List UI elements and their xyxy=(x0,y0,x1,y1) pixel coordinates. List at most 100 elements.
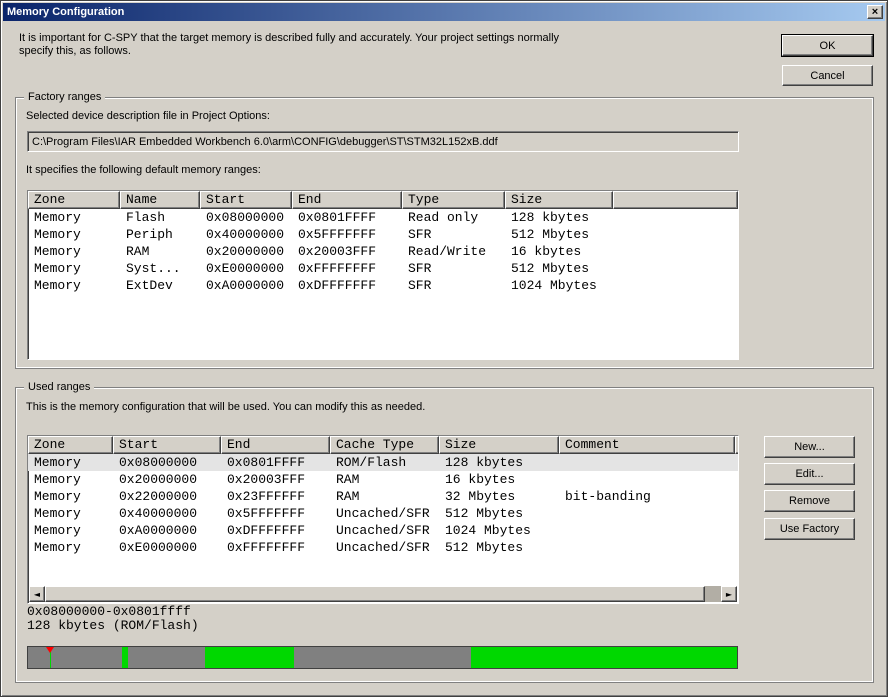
table-cell: 0x08000000 xyxy=(113,454,221,471)
table-cell: 512 Mbytes xyxy=(505,260,613,277)
scroll-left-button[interactable]: ◄ xyxy=(29,586,45,602)
column-header-comment[interactable]: Comment xyxy=(559,436,735,454)
table-cell: Memory xyxy=(28,260,120,277)
column-header-end[interactable]: End xyxy=(221,436,330,454)
new-button[interactable]: New... xyxy=(764,436,855,458)
column-header-cache-type[interactable]: Cache Type xyxy=(330,436,439,454)
table-row[interactable]: Memory0x080000000x0801FFFFROM/Flash128 k… xyxy=(28,454,738,471)
device-file-path-field[interactable]: C:\Program Files\IAR Embedded Workbench … xyxy=(27,131,739,152)
table-cell: 512 Mbytes xyxy=(439,505,559,522)
table-row[interactable]: MemorySyst...0xE00000000xFFFFFFFFSFR512 … xyxy=(28,260,738,277)
table-cell: 0x22000000 xyxy=(113,488,221,505)
edit-button[interactable]: Edit... xyxy=(764,463,855,485)
table-cell: Memory xyxy=(28,454,113,471)
ok-button[interactable]: OK xyxy=(782,35,873,56)
used-ranges-legend: Used ranges xyxy=(24,381,94,393)
use-factory-button[interactable]: Use Factory xyxy=(764,518,855,540)
memory-configuration-dialog: Memory Configuration × It is important f… xyxy=(0,0,888,697)
used-table-header: ZoneStartEndCache TypeSizeComment xyxy=(28,436,738,454)
table-cell: 0x40000000 xyxy=(113,505,221,522)
table-cell: SFR xyxy=(402,260,505,277)
table-row[interactable]: Memory0xE00000000xFFFFFFFFUncached/SFR51… xyxy=(28,539,738,556)
table-cell: 512 Mbytes xyxy=(439,539,559,556)
memory-segment-bitband-ram xyxy=(122,647,128,668)
default-ranges-label: It specifies the following default memor… xyxy=(26,164,261,176)
remove-button[interactable]: Remove xyxy=(764,490,855,512)
table-cell: SFR xyxy=(402,277,505,294)
used-ranges-description: This is the memory configuration that wi… xyxy=(26,401,425,413)
table-cell: Syst... xyxy=(120,260,200,277)
table-cell: Read/Write xyxy=(402,243,505,260)
column-header-size[interactable]: Size xyxy=(505,191,613,209)
column-header-size[interactable]: Size xyxy=(439,436,559,454)
table-cell: RAM xyxy=(330,471,439,488)
column-header-end[interactable]: End xyxy=(292,191,402,209)
table-cell: 0xFFFFFFFF xyxy=(221,539,330,556)
table-cell: 0xE0000000 xyxy=(200,260,292,277)
table-row[interactable]: MemoryExtDev0xA00000000xDFFFFFFFSFR1024 … xyxy=(28,277,738,294)
used-ranges-table[interactable]: ZoneStartEndCache TypeSizeComment Memory… xyxy=(27,435,739,604)
table-cell: Memory xyxy=(28,488,113,505)
scroll-left-icon: ◄ xyxy=(34,590,40,599)
table-row[interactable]: Memory0x220000000x23FFFFFFRAM32 Mbytesbi… xyxy=(28,488,738,505)
scrollbar-thumb[interactable] xyxy=(45,586,705,602)
table-row[interactable]: Memory0xA00000000xDFFFFFFFUncached/SFR10… xyxy=(28,522,738,539)
device-file-label: Selected device description file in Proj… xyxy=(26,110,270,122)
table-cell: 0x0801FFFF xyxy=(292,209,402,226)
table-cell xyxy=(559,454,735,471)
table-cell: 0x20000000 xyxy=(200,243,292,260)
column-header-type[interactable]: Type xyxy=(402,191,505,209)
table-cell: 0xDFFFFFFF xyxy=(221,522,330,539)
table-cell xyxy=(559,505,735,522)
table-cell: SFR xyxy=(402,226,505,243)
intro-text: It is important for C-SPY that the targe… xyxy=(19,32,594,58)
table-cell: Uncached/SFR xyxy=(330,505,439,522)
table-cell xyxy=(559,522,735,539)
table-row[interactable]: MemoryFlash0x080000000x0801FFFFRead only… xyxy=(28,209,738,226)
horizontal-scrollbar[interactable]: ◄ ► xyxy=(29,586,737,602)
column-header-filler xyxy=(735,436,739,454)
table-row[interactable]: Memory0x200000000x20003FFFRAM16 kbytes xyxy=(28,471,738,488)
table-cell: 0x0801FFFF xyxy=(221,454,330,471)
table-cell: 1024 Mbytes xyxy=(505,277,613,294)
column-header-start[interactable]: Start xyxy=(113,436,221,454)
table-cell: 0xE0000000 xyxy=(113,539,221,556)
column-header-start[interactable]: Start xyxy=(200,191,292,209)
memory-map-bar xyxy=(27,646,738,669)
used-ranges-group: Used ranges This is the memory configura… xyxy=(15,387,874,683)
table-cell: ROM/Flash xyxy=(330,454,439,471)
table-row[interactable]: MemoryRAM0x200000000x20003FFFRead/Write1… xyxy=(28,243,738,260)
table-cell: 0x20000000 xyxy=(113,471,221,488)
table-cell: Periph xyxy=(120,226,200,243)
close-button[interactable]: × xyxy=(867,5,883,19)
cancel-button[interactable]: Cancel xyxy=(782,65,873,86)
scroll-right-button[interactable]: ► xyxy=(721,586,737,602)
table-cell: 128 kbytes xyxy=(439,454,559,471)
table-row[interactable]: Memory0x400000000x5FFFFFFFUncached/SFR51… xyxy=(28,505,738,522)
table-cell: RAM xyxy=(120,243,200,260)
table-cell: Memory xyxy=(28,243,120,260)
column-header-name[interactable]: Name xyxy=(120,191,200,209)
selected-range-address: 0x08000000-0x0801ffff xyxy=(27,604,191,619)
table-cell: 1024 Mbytes xyxy=(439,522,559,539)
selection-marker xyxy=(46,647,54,653)
table-cell: Read only xyxy=(402,209,505,226)
device-file-path-text: C:\Program Files\IAR Embedded Workbench … xyxy=(32,136,498,148)
selected-range-size: 128 kbytes (ROM/Flash) xyxy=(27,618,199,633)
column-header-zone[interactable]: Zone xyxy=(28,191,120,209)
factory-ranges-legend: Factory ranges xyxy=(24,91,105,103)
column-header-zone[interactable]: Zone xyxy=(28,436,113,454)
window-title: Memory Configuration xyxy=(7,6,124,18)
table-cell: 0xDFFFFFFF xyxy=(292,277,402,294)
memory-segment-sfr-low xyxy=(205,647,294,668)
table-row[interactable]: MemoryPeriph0x400000000x5FFFFFFFSFR512 M… xyxy=(28,226,738,243)
table-cell: 16 kbytes xyxy=(505,243,613,260)
table-cell: 0x40000000 xyxy=(200,226,292,243)
table-cell: Memory xyxy=(28,277,120,294)
table-cell: 16 kbytes xyxy=(439,471,559,488)
factory-ranges-table[interactable]: ZoneNameStartEndTypeSize MemoryFlash0x08… xyxy=(27,190,739,360)
table-cell: 0x08000000 xyxy=(200,209,292,226)
table-cell: 0x5FFFFFFF xyxy=(292,226,402,243)
table-cell: ExtDev xyxy=(120,277,200,294)
used-table-body: Memory0x080000000x0801FFFFROM/Flash128 k… xyxy=(28,454,738,556)
